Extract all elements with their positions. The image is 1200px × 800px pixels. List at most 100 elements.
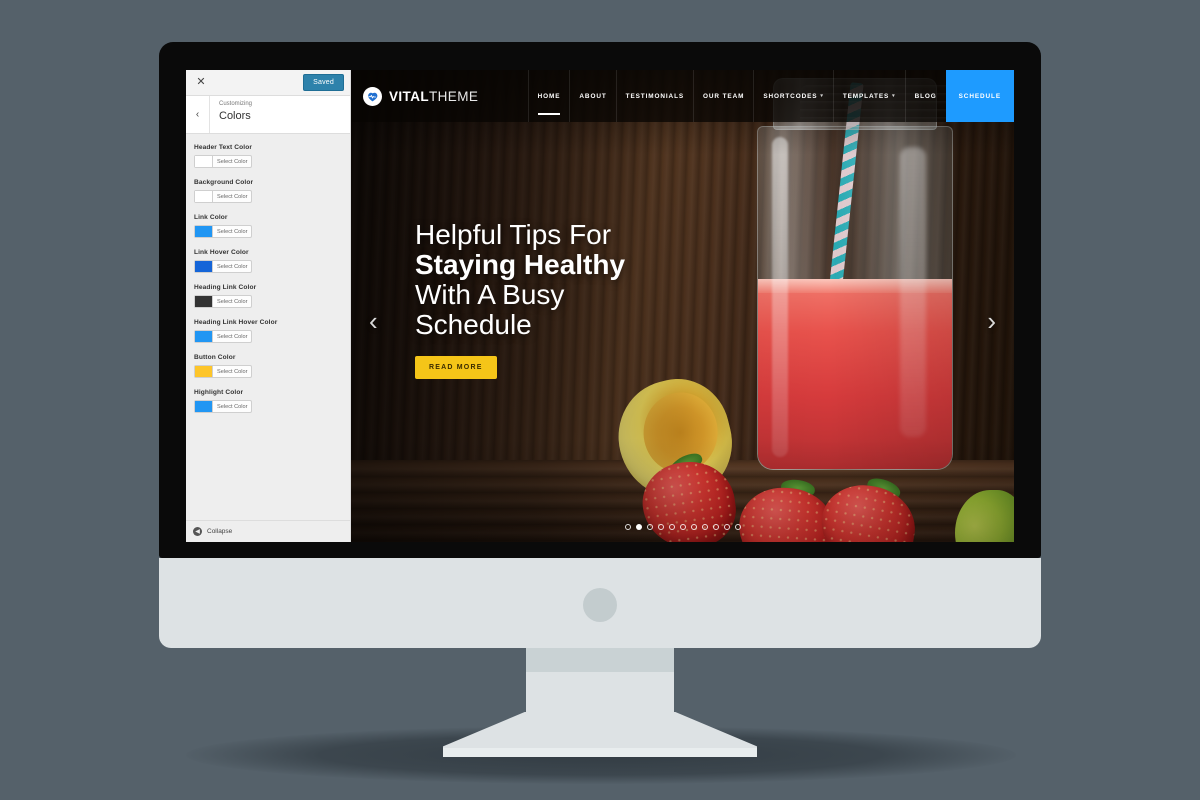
monitor-chin <box>159 558 1041 648</box>
color-control-label: Link Hover Color <box>194 249 249 256</box>
nav-item-schedule[interactable]: SCHEDULE <box>945 70 1014 122</box>
select-color-button[interactable]: Select Color <box>194 365 252 378</box>
hero-copy: Helpful Tips For Staying Healthy With A … <box>415 220 685 379</box>
nav-item-shortcodes[interactable]: SHORTCODES ▾ <box>753 70 833 122</box>
screenshot-stage: ✕ Saved ‹ Customizing Colors Header Text… <box>0 0 1200 800</box>
saved-button[interactable]: Saved <box>303 74 344 91</box>
select-color-label: Select Color <box>217 263 248 270</box>
color-control-label: Highlight Color <box>194 389 244 396</box>
select-color-label: Select Color <box>217 228 248 235</box>
nav-item-label: SCHEDULE <box>958 92 1001 100</box>
monitor-screen: ✕ Saved ‹ Customizing Colors Header Text… <box>186 70 1014 542</box>
color-swatch[interactable] <box>195 156 213 167</box>
panel-title: Colors <box>219 109 251 122</box>
select-color-label: Select Color <box>217 158 248 165</box>
close-icon[interactable]: ✕ <box>192 74 210 92</box>
nav-item-our-team[interactable]: OUR TEAM <box>693 70 753 122</box>
collapse-label: Collapse <box>207 528 233 535</box>
site-preview: VITALTHEME HOME ABOUT TESTIMONIALS OUR TEAM… <box>351 70 1014 542</box>
color-control: Header Text Color Select Color <box>194 144 342 168</box>
back-arrow-icon[interactable]: ‹ <box>186 96 210 133</box>
slider-dot[interactable] <box>635 524 642 530</box>
brand-name-strong: VITAL <box>389 88 429 104</box>
color-swatch[interactable] <box>195 366 213 377</box>
select-color-button[interactable]: Select Color <box>194 190 252 203</box>
select-color-label: Select Color <box>217 368 248 375</box>
slider-dot[interactable] <box>668 524 675 530</box>
customizer-topbar: ✕ Saved <box>186 70 350 96</box>
color-control: Heading Link Hover Color Select Color <box>194 319 342 343</box>
chevron-down-icon: ▾ <box>892 93 896 99</box>
nav-item-label: ABOUT <box>579 92 607 100</box>
monitor-chin-circle <box>583 588 617 622</box>
hero-line-4: Schedule <box>415 308 532 340</box>
site-logo[interactable]: VITALTHEME <box>351 70 478 122</box>
color-swatch[interactable] <box>195 296 213 307</box>
color-swatch[interactable] <box>195 191 213 202</box>
select-color-button[interactable]: Select Color <box>194 295 252 308</box>
nav-item-label: OUR TEAM <box>703 92 745 100</box>
select-color-button[interactable]: Select Color <box>194 400 252 413</box>
color-control-label: Header Text Color <box>194 144 253 151</box>
slider-next-arrow-icon[interactable]: › <box>987 308 996 334</box>
color-control: Heading Link Color Select Color <box>194 284 342 308</box>
customizer-footer[interactable]: ◀ Collapse <box>186 520 350 542</box>
select-color-label: Select Color <box>217 333 248 340</box>
nav-item-label: TESTIMONIALS <box>625 92 685 100</box>
main-navigation: HOME ABOUT TESTIMONIALS OUR TEAM SHORTCODES ▾… <box>527 70 1014 122</box>
nav-item-label: HOME <box>537 92 561 100</box>
color-control: Link Color Select Color <box>194 214 342 238</box>
nav-item-blog[interactable]: BLOG <box>904 70 946 122</box>
color-control: Highlight Color Select Color <box>194 389 342 413</box>
color-swatch[interactable] <box>195 226 213 237</box>
color-control-label: Heading Link Hover Color <box>194 319 278 326</box>
slider-dot[interactable] <box>712 524 719 530</box>
select-color-label: Select Color <box>217 403 248 410</box>
slider-dot[interactable] <box>690 524 697 530</box>
nav-item-templates[interactable]: TEMPLATES ▾ <box>832 70 905 122</box>
nav-item-testimonials[interactable]: TESTIMONIALS <box>615 70 693 122</box>
color-control-label: Link Color <box>194 214 228 221</box>
nav-item-home[interactable]: HOME <box>527 70 570 122</box>
slider-dot[interactable] <box>679 524 686 530</box>
site-header: VITALTHEME HOME ABOUT TESTIMONIALS OUR TEAM… <box>351 70 1014 122</box>
select-color-label: Select Color <box>217 193 248 200</box>
color-swatch[interactable] <box>195 331 213 342</box>
customizing-eyebrow: Customizing <box>219 101 253 107</box>
slider-pagination <box>624 524 741 530</box>
color-control-label: Background Color <box>194 179 254 186</box>
chevron-down-icon: ▾ <box>820 93 824 99</box>
select-color-button[interactable]: Select Color <box>194 225 252 238</box>
color-control-label: Heading Link Color <box>194 284 257 291</box>
customizer-header: ‹ Customizing Colors <box>186 96 350 134</box>
collapse-icon: ◀ <box>193 527 202 536</box>
heart-pulse-icon <box>363 86 382 106</box>
nav-item-label: BLOG <box>914 92 937 100</box>
slider-dot[interactable] <box>734 524 741 530</box>
slider-dot[interactable] <box>723 524 730 530</box>
color-control-label: Button Color <box>194 354 236 361</box>
hero-line-2: Staying Healthy <box>415 248 626 280</box>
slider-dot[interactable] <box>646 524 653 530</box>
monitor-stand-neck-shade <box>526 648 674 672</box>
monitor-stand-base-lip <box>443 748 757 757</box>
select-color-button[interactable]: Select Color <box>194 260 252 273</box>
brand-name-light: THEME <box>429 88 479 104</box>
select-color-button[interactable]: Select Color <box>194 330 252 343</box>
color-control: Button Color Select Color <box>194 354 342 378</box>
read-more-button[interactable]: READ MORE <box>415 355 497 379</box>
hero-line-1: Helpful Tips For <box>415 219 612 250</box>
color-control: Link Hover Color Select Color <box>194 249 342 273</box>
hero-line-3: With A Busy <box>415 278 565 310</box>
slider-dot[interactable] <box>624 524 631 530</box>
customizer-header-text: Customizing Colors <box>210 96 252 133</box>
color-swatch[interactable] <box>195 401 213 412</box>
slider-dot[interactable] <box>701 524 708 530</box>
customizer-sidebar: ✕ Saved ‹ Customizing Colors Header Text… <box>186 70 351 542</box>
select-color-button[interactable]: Select Color <box>194 155 252 168</box>
nav-item-about[interactable]: ABOUT <box>569 70 615 122</box>
slider-dot[interactable] <box>657 524 664 530</box>
select-color-label: Select Color <box>217 298 248 305</box>
color-swatch[interactable] <box>195 261 213 272</box>
slider-prev-arrow-icon[interactable]: ‹ <box>369 308 378 334</box>
